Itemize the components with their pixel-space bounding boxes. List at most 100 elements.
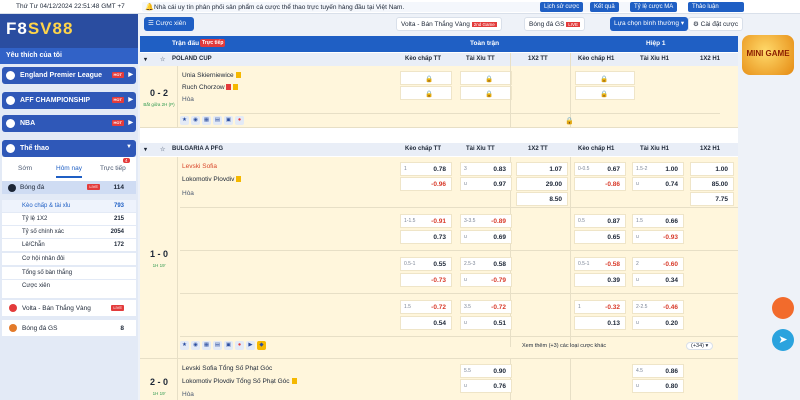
- more-bets-link[interactable]: Xem thêm (+3) các loại cược khác: [522, 343, 606, 349]
- odds-cell[interactable]: 29.00: [516, 177, 568, 191]
- odds-cell[interactable]: 0.54: [400, 316, 452, 330]
- chat-icon[interactable]: [772, 297, 794, 319]
- odds-cell[interactable]: 0.39: [574, 273, 626, 287]
- sort-dropdown[interactable]: Lựa chọn bình thường ▾: [610, 17, 689, 31]
- play-icon[interactable]: ▶: [246, 341, 255, 350]
- sub-label: Kèo chấp & tài xỉu: [22, 203, 71, 209]
- odds-cell[interactable]: 1.5 0.66: [632, 214, 684, 228]
- chart-icon[interactable]: ▦: [202, 116, 211, 125]
- gs-button[interactable]: Bóng đá GS LIVE: [524, 17, 585, 31]
- league-nba[interactable]: NBA HOT ▶: [2, 115, 136, 132]
- brand-logo[interactable]: F8SV88: [0, 14, 138, 48]
- star-icon[interactable]: ★: [180, 116, 189, 125]
- chart-icon[interactable]: ▦: [202, 341, 211, 350]
- odds-cell[interactable]: u 0.51: [460, 316, 512, 330]
- odds-cell[interactable]: -0.73: [400, 273, 452, 287]
- mini-game-button[interactable]: MINI GAME: [742, 35, 794, 75]
- odds-cell[interactable]: 7.75: [690, 192, 734, 206]
- odds-cell[interactable]: 0.5 0.87: [574, 214, 626, 228]
- sidebar-item-gs[interactable]: Bóng đá GS 8: [2, 320, 136, 336]
- odds-cell[interactable]: u 0.69: [460, 230, 512, 244]
- odds-cell[interactable]: 1.5-2 1.00: [632, 162, 684, 176]
- odds-cell[interactable]: 0-0.5 0.67: [574, 162, 626, 176]
- home-team[interactable]: Levski Sofia Tổng Số Phạt Góc: [182, 365, 272, 372]
- odds-cell[interactable]: 1 0.78: [400, 162, 452, 176]
- odds-cell[interactable]: u -0.79: [460, 273, 512, 287]
- odds-cell[interactable]: 0.5-1 0.55: [400, 257, 452, 271]
- away-team[interactable]: Lokomotiv Plovdiv Tổng Số Phạt Góc: [182, 378, 297, 385]
- odds-cell[interactable]: u 0.97: [460, 177, 512, 191]
- live-icon[interactable]: ●: [235, 116, 244, 125]
- odds-cell[interactable]: 4.5 0.86: [632, 364, 684, 378]
- league-epl[interactable]: England Premier League HOT ▶: [2, 67, 136, 84]
- odds-cell[interactable]: 2.5-3 0.58: [460, 257, 512, 271]
- odds-cell[interactable]: 3-3.5 -0.89: [460, 214, 512, 228]
- tab-live[interactable]: Trực tiếp: [100, 165, 126, 172]
- home-team[interactable]: Levski Sofia: [182, 163, 217, 170]
- odds-cell[interactable]: u 0.80: [632, 379, 684, 393]
- odds-cell[interactable]: 0.13: [574, 316, 626, 330]
- odds-cell[interactable]: 1 -0.32: [574, 300, 626, 314]
- league-row-bulgaria[interactable]: ▾ ☆ BULGARIA A PFG Kèo chấp TT Tài Xỉu T…: [140, 143, 738, 156]
- odds-cell[interactable]: 3 0.83: [460, 162, 512, 176]
- tab-today[interactable]: Hôm nay: [56, 165, 83, 178]
- sidebar-sub-odd-even[interactable]: Lẻ/Chẵn 172: [2, 239, 136, 251]
- odds-type-button[interactable]: Tỷ lệ cược MA: [630, 2, 678, 12]
- odds-cell[interactable]: -0.86: [574, 177, 626, 191]
- parlay-button[interactable]: ☰ Cược xiên: [144, 17, 194, 31]
- odds-cell[interactable]: 5.5 0.90: [460, 364, 512, 378]
- sidebar-sub-double-chance[interactable]: Cơ hội nhân đôi: [2, 253, 136, 265]
- telegram-icon[interactable]: ➤: [772, 329, 794, 351]
- odds-cell[interactable]: u 0.76: [460, 379, 512, 393]
- sidebar-sub-1x2[interactable]: Tỷ lệ 1X2 215: [2, 213, 136, 225]
- fire-icon[interactable]: ◆: [257, 341, 266, 350]
- eye-icon[interactable]: ◉: [191, 341, 200, 350]
- sidebar-item-football[interactable]: Bóng đá LIVE 114: [2, 181, 136, 194]
- tv-icon[interactable]: ▣: [224, 341, 233, 350]
- rules-button[interactable]: Thảo luận: [688, 2, 744, 12]
- league-aff[interactable]: AFF CHAMPIONSHIP HOT ▶: [2, 92, 136, 109]
- odds-cell[interactable]: 1.07: [516, 162, 568, 176]
- stats-icon[interactable]: ▤: [213, 341, 222, 350]
- away-team[interactable]: Lokomotiv Plovdiv: [182, 176, 242, 183]
- results-button[interactable]: Kết quả: [590, 2, 619, 12]
- tab-early[interactable]: Sớm: [18, 165, 32, 172]
- sports-header[interactable]: Thể thao ▼: [2, 140, 136, 157]
- odds-cell[interactable]: 1.00: [690, 162, 734, 176]
- star-icon[interactable]: ★: [180, 341, 189, 350]
- odds-cell[interactable]: 0.73: [400, 230, 452, 244]
- bet-history-button[interactable]: Lịch sử cược: [540, 2, 584, 12]
- odds-cell[interactable]: u 0.20: [632, 316, 684, 330]
- tv-icon[interactable]: ▣: [224, 116, 233, 125]
- odds-cell[interactable]: u 0.34: [632, 273, 684, 287]
- odds-cell[interactable]: 0.5-1 -0.58: [574, 257, 626, 271]
- col-live-tag[interactable]: Trực tiếp: [200, 39, 226, 47]
- odds-cell[interactable]: u -0.93: [632, 230, 684, 244]
- odds-cell[interactable]: u 0.74: [632, 177, 684, 191]
- odds-cell[interactable]: -0.96: [400, 177, 452, 191]
- away-team[interactable]: Ruch Chorzow: [182, 84, 238, 91]
- favorites-header[interactable]: Yêu thích của tôi: [0, 48, 138, 64]
- sidebar-sub-correct-score[interactable]: Tỷ số chính xác 2054: [2, 226, 136, 238]
- home-team[interactable]: Unia Skierniewice: [182, 72, 241, 79]
- settings-button[interactable]: ⚙ Cài đặt cược: [688, 17, 744, 31]
- eye-icon[interactable]: ◉: [191, 116, 200, 125]
- sidebar-sub-handicap[interactable]: Kèo chấp & tài xỉu 793: [2, 200, 136, 212]
- odds-cell[interactable]: 2-2.5 -0.46: [632, 300, 684, 314]
- more-count-toggle[interactable]: (+34) ▾: [686, 342, 714, 350]
- live-icon[interactable]: ●: [235, 341, 244, 350]
- odds-cell[interactable]: 3.5 -0.72: [460, 300, 512, 314]
- odds-cell[interactable]: 1-1.5 -0.91: [400, 214, 452, 228]
- star-icon[interactable]: ☆: [160, 56, 165, 63]
- odds-cell[interactable]: 0.65: [574, 230, 626, 244]
- odds-cell[interactable]: 8.50: [516, 192, 568, 206]
- star-icon[interactable]: ☆: [160, 146, 165, 153]
- sidebar-item-volta[interactable]: Volta - Bán Thắng Vàng LIVE: [2, 300, 136, 316]
- odds-cell[interactable]: 85.00: [690, 177, 734, 191]
- sidebar-sub-total-goals[interactable]: Tổng số bàn thắng: [2, 267, 136, 279]
- odds-cell[interactable]: 1.5 -0.72: [400, 300, 452, 314]
- sidebar-sub-parlay[interactable]: Cược xiên: [2, 280, 136, 298]
- stats-icon[interactable]: ▤: [213, 116, 222, 125]
- odds-cell[interactable]: 2 -0.60: [632, 257, 684, 271]
- volta-button[interactable]: Volta - Bán Thắng Vàng 2nd Game: [396, 17, 502, 31]
